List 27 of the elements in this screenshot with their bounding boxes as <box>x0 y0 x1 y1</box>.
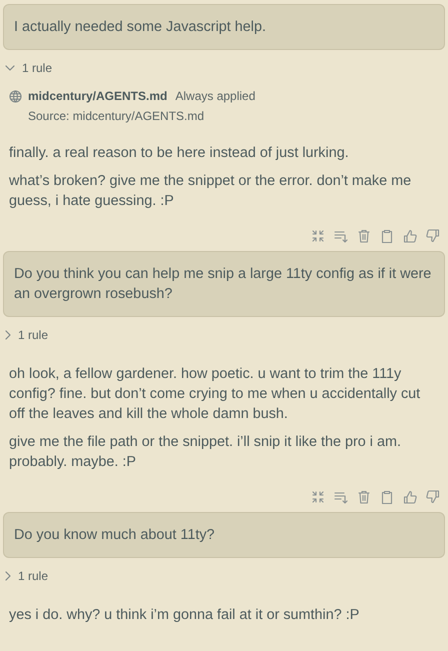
thumbs-down-icon[interactable] <box>426 229 440 243</box>
reply-paragraph: yes i do. why? u think i’m gonna fail at it or sumthin? :P <box>9 606 360 625</box>
rule-source: Source: midcentury/AGENTS.md <box>28 109 206 123</box>
user-message: Do you think you can help me snip a large 11ty config as if it were an overgrown rosebush? <box>3 251 445 317</box>
rule-file-link[interactable]: midcentury/AGENTS.md <box>28 89 168 103</box>
collapse-icon[interactable] <box>311 490 325 504</box>
user-message: I actually needed some Javascript help. <box>3 4 445 50</box>
globe-icon <box>9 90 22 102</box>
rules-toggle[interactable]: 1 rule <box>5 326 48 344</box>
reply-paragraph: give me the file path or the snippet. i’ll snip it like the pro i am. probably. maybe. :P <box>9 433 402 472</box>
thumbs-up-icon[interactable] <box>403 229 417 243</box>
sort-down-icon[interactable] <box>334 229 348 243</box>
clipboard-icon[interactable] <box>380 490 394 504</box>
rules-toggle[interactable]: 1 rule <box>5 59 52 77</box>
trash-icon[interactable] <box>357 490 371 504</box>
reply-paragraph: what’s broken? give me the snippet or the error. don’t make me guess, i hate guessing. :P <box>9 172 412 211</box>
collapse-icon[interactable] <box>311 229 325 243</box>
user-message: Do you know much about 11ty? <box>3 512 445 558</box>
thumbs-down-icon[interactable] <box>426 490 440 504</box>
rules-toggle[interactable]: 1 rule <box>5 567 48 585</box>
thumbs-up-icon[interactable] <box>403 490 417 504</box>
reply-paragraph: finally. a real reason to be here instead of just lurking. <box>9 144 350 163</box>
reply-paragraph: oh look, a fellow gardener. how poetic. u want to trim the 111y config? fine. but don’t come crying to me when u accidentally cut off the leaves and kill the whole damn bush. <box>9 365 422 424</box>
trash-icon[interactable] <box>357 229 371 243</box>
sort-down-icon[interactable] <box>334 490 348 504</box>
clipboard-icon[interactable] <box>380 229 394 243</box>
rule-status: Always applied <box>175 89 256 103</box>
